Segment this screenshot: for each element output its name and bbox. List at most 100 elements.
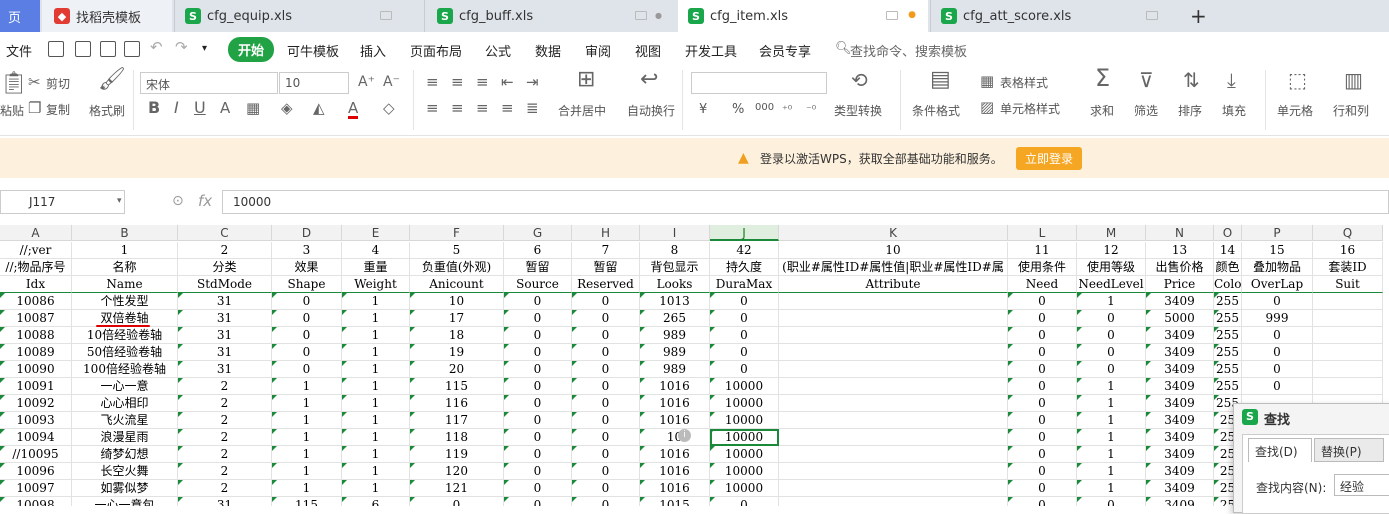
cell-m[interactable]: 12 [1077, 242, 1146, 259]
cell-l[interactable]: 0 [1008, 497, 1077, 506]
merge-button[interactable]: 合并居中 [558, 102, 606, 119]
cell-k[interactable] [779, 310, 1008, 327]
cell-p[interactable]: 0 [1242, 361, 1313, 378]
cell-l[interactable]: Need [1008, 276, 1077, 293]
cell-f[interactable]: Anicount [410, 276, 504, 293]
fill-button[interactable]: 填充 [1222, 102, 1246, 119]
new-tab-icon[interactable]: + [1190, 0, 1210, 32]
cell-j[interactable]: 持久度 [710, 259, 779, 276]
cell-c[interactable]: 2 [178, 463, 272, 480]
cell-j[interactable]: DuraMax [710, 276, 779, 293]
save-icon[interactable] [48, 41, 64, 57]
column-header-p[interactable]: P [1242, 225, 1313, 241]
cell-p[interactable]: 叠加物品 [1242, 259, 1313, 276]
font-family-select[interactable]: 宋体 [140, 72, 278, 94]
cell-k[interactable]: Attribute [779, 276, 1008, 293]
cell-a[interactable]: 10098 [0, 497, 72, 506]
fill-color-icon[interactable]: ◭ [313, 100, 325, 116]
cell-g[interactable]: 0 [504, 429, 572, 446]
cell-i[interactable]: 1016 [640, 378, 710, 395]
menu-item[interactable]: 会员专享 [759, 41, 811, 60]
cell-l[interactable]: 0 [1008, 463, 1077, 480]
cell-k[interactable] [779, 412, 1008, 429]
column-header-n[interactable]: N [1146, 225, 1214, 241]
cell-h[interactable]: 0 [572, 446, 640, 463]
cell-d[interactable]: 0 [272, 310, 342, 327]
column-header-i[interactable]: I [640, 225, 710, 241]
cell-m[interactable]: 0 [1077, 361, 1146, 378]
cell-icon[interactable]: ⬚ [1288, 70, 1307, 90]
spreadsheet-grid[interactable]: A B C D E F G H I J K L M N O P Q//;ver 1 2 3 4 5 6 7 8 42 10 11 12 1… [0, 225, 1389, 506]
cell-i[interactable]: 1015 [640, 497, 710, 506]
filter-icon[interactable]: ⊽ [1139, 70, 1154, 90]
cell-h[interactable]: 0 [572, 480, 640, 497]
cell-i[interactable]: 989 [640, 327, 710, 344]
cell-n[interactable]: 3409 [1146, 361, 1214, 378]
cell-g[interactable]: 0 [504, 378, 572, 395]
column-header-o[interactable]: O [1214, 225, 1242, 241]
decimal-inc-icon[interactable]: ⁺⁰ [782, 102, 792, 118]
name-box[interactable]: J117 [0, 190, 125, 214]
cell-a[interactable]: //10095 [0, 446, 72, 463]
align-middle-icon[interactable]: ≡ [451, 74, 464, 90]
cell-j[interactable]: 0 [710, 310, 779, 327]
cell-f[interactable]: 20 [410, 361, 504, 378]
cell-g[interactable]: 0 [504, 310, 572, 327]
cell-i[interactable]: 1016 [640, 446, 710, 463]
cell-f[interactable]: 10 [410, 293, 504, 310]
cell-l[interactable]: 0 [1008, 293, 1077, 310]
cell-n[interactable]: 3409 [1146, 463, 1214, 480]
cell-i[interactable]: 989 [640, 344, 710, 361]
column-header-d[interactable]: D [272, 225, 342, 241]
cell-h[interactable]: 0 [572, 361, 640, 378]
thousand-button[interactable]: 000 [755, 102, 774, 113]
cell-j[interactable]: 10000 [710, 412, 779, 429]
table-style-button[interactable]: 表格样式 [1000, 74, 1048, 91]
cell-e[interactable]: 1 [342, 378, 410, 395]
italic-icon[interactable]: I [174, 100, 179, 116]
cell-e[interactable]: 1 [342, 463, 410, 480]
cell-j[interactable]: 0 [710, 497, 779, 506]
cell-l[interactable]: 0 [1008, 327, 1077, 344]
menu-item[interactable]: 页面布局 [410, 41, 462, 60]
cell-e[interactable]: 1 [342, 446, 410, 463]
cell-q[interactable] [1313, 378, 1383, 395]
cell-h[interactable]: 0 [572, 497, 640, 506]
cell-j[interactable]: 10000 [710, 463, 779, 480]
cell-b[interactable]: 心心相印 [72, 395, 178, 412]
sum-icon[interactable]: Σ [1095, 66, 1110, 90]
copy-icon[interactable]: ❐ [28, 100, 41, 116]
sort-icon[interactable]: ⇅ [1183, 70, 1200, 90]
cell-d[interactable]: 1 [272, 463, 342, 480]
cell-e[interactable]: 1 [342, 395, 410, 412]
cell-q[interactable]: Suit [1313, 276, 1383, 293]
cell-e[interactable]: 1 [342, 361, 410, 378]
cell-k[interactable] [779, 429, 1008, 446]
distribute-icon[interactable]: ≣ [526, 100, 539, 116]
print-icon[interactable] [100, 41, 116, 57]
cell-g[interactable]: Source [504, 276, 572, 293]
cell-f[interactable]: 5 [410, 242, 504, 259]
font-color-icon[interactable]: A [348, 100, 359, 119]
conditional-format-icon[interactable]: ▤ [930, 69, 951, 91]
type-convert-icon[interactable]: ⟲ [851, 70, 868, 90]
cell-d[interactable]: 1 [272, 378, 342, 395]
cell-b[interactable]: 一心一意 [72, 378, 178, 395]
justify-icon[interactable]: ≡ [501, 100, 514, 116]
increase-font-icon[interactable]: A⁺ [358, 74, 375, 90]
command-search[interactable]: 查找命令、搜索模板 [850, 41, 967, 60]
column-header-e[interactable]: E [342, 225, 410, 241]
export-icon[interactable] [75, 41, 91, 57]
cell-l[interactable]: 0 [1008, 310, 1077, 327]
cell-i[interactable]: 1016 [640, 395, 710, 412]
sum-button[interactable]: 求和 [1090, 102, 1114, 119]
cell-n[interactable]: 3409 [1146, 412, 1214, 429]
cell-l[interactable]: 11 [1008, 242, 1077, 259]
font-size-select[interactable]: 10 [279, 72, 349, 94]
cell-o[interactable]: 255 [1214, 378, 1242, 395]
cut-button[interactable]: 剪切 [46, 75, 70, 92]
cell-n[interactable]: 13 [1146, 242, 1214, 259]
cell-g[interactable]: 暂留 [504, 259, 572, 276]
cell-m[interactable]: 1 [1077, 463, 1146, 480]
clear-icon[interactable]: ◇ [383, 100, 395, 116]
